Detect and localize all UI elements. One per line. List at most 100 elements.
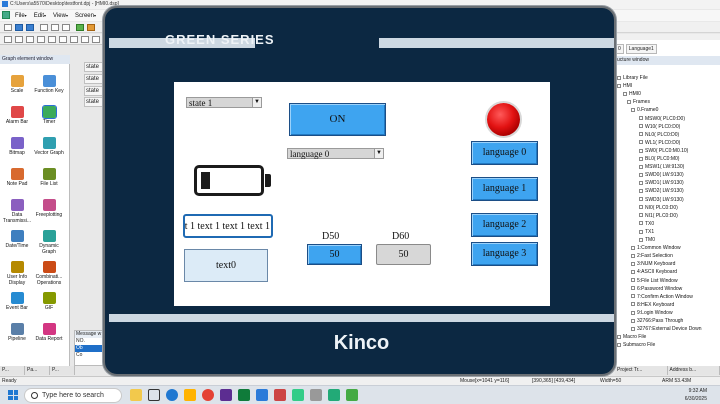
state-item[interactable]: state (84, 97, 104, 107)
language-combo[interactable]: language 0 ▼ (287, 148, 384, 159)
ungroup-icon[interactable] (81, 36, 89, 43)
open-file-icon[interactable] (15, 24, 23, 31)
graph-element-function-key[interactable]: Function Key (33, 75, 65, 94)
tree-item[interactable]: MSW1( LW:9130) (639, 163, 684, 171)
weather-icon[interactable] (130, 389, 142, 401)
tree-item[interactable]: Macro File (617, 333, 646, 341)
message-row[interactable]: Ob (75, 345, 103, 352)
text-display-field[interactable]: t 1 text 1 text 1 text 1 (183, 214, 273, 238)
tab-language[interactable]: Language1 (625, 44, 657, 54)
language-2-button[interactable]: language 2 (471, 213, 538, 237)
tree-item[interactable]: Submacro File (617, 341, 655, 349)
graph-element-scale[interactable]: Scale (1, 75, 33, 94)
graph-element-bitmap[interactable]: Bitmap (1, 137, 33, 156)
graph-element-note-pad[interactable]: Note Pad (1, 168, 33, 187)
tree-item[interactable]: 8:HEX Keyboard (631, 301, 674, 309)
edge-icon[interactable] (166, 389, 178, 401)
graph-element-alarm-bar[interactable]: Alarm Bar (1, 106, 33, 125)
tree-item[interactable]: 9:Login Window (631, 309, 673, 317)
d60-value-field[interactable]: 50 (376, 244, 431, 265)
tree-item[interactable]: 2:Fast Selection (631, 252, 673, 260)
tree-item[interactable]: 7:Confirm Action Window (631, 293, 693, 301)
tree-item[interactable]: Library File (617, 74, 648, 82)
tree-item[interactable]: SWD0( LW:9130) (639, 171, 684, 179)
align-right-icon[interactable] (26, 36, 34, 43)
tree-item[interactable]: HMI0 (623, 90, 641, 98)
new-file-icon[interactable] (4, 24, 12, 31)
tab-project-tree[interactable]: Project Tr... (615, 366, 668, 375)
tree-item[interactable]: 6:Password Window (631, 285, 682, 293)
cut-icon[interactable] (40, 24, 48, 31)
tree-item[interactable]: TM0 (639, 236, 655, 244)
align-bottom-icon[interactable] (48, 36, 56, 43)
d50-value-field[interactable]: 50 (307, 244, 362, 265)
on-button[interactable]: ON (289, 103, 386, 136)
copy-icon[interactable] (51, 24, 59, 31)
graph-element-combination[interactable]: Combinati... Operations (33, 261, 65, 286)
layer-icon[interactable] (92, 36, 100, 43)
graph-element-user-info[interactable]: User Info Display (1, 261, 33, 286)
excel-icon[interactable] (238, 389, 250, 401)
group-icon[interactable] (70, 36, 78, 43)
state-item[interactable]: state (84, 62, 104, 72)
file-explorer-icon[interactable] (184, 389, 196, 401)
graph-element-date-time[interactable]: Date/Time (1, 230, 33, 249)
system-clock[interactable]: 9:32 AM 6/30/2025 (673, 387, 707, 403)
language-1-button[interactable]: language 1 (471, 177, 538, 201)
left-tab-3[interactable]: P... (50, 366, 75, 375)
tree-item[interactable]: NI1( PLC0:D0) (639, 212, 678, 220)
tree-item[interactable]: WL1( PLC0:D0) (639, 139, 680, 147)
align-top-icon[interactable] (37, 36, 45, 43)
tree-item[interactable]: 1:Common Window (631, 244, 681, 252)
tree-item[interactable]: SWD3( LW:9130) (639, 196, 684, 204)
tree-item[interactable]: 32766:Pass Through (631, 317, 683, 325)
graph-element-timer[interactable]: Timer (33, 105, 65, 125)
tree-item[interactable]: TX1 (639, 228, 654, 236)
app-icon[interactable] (310, 389, 322, 401)
tree-item[interactable]: HMI (617, 82, 632, 90)
menu-view[interactable]: View▾ (51, 10, 70, 21)
compile-icon[interactable] (76, 24, 84, 31)
state-combo[interactable]: state 1 ▼ (186, 97, 262, 108)
store-icon[interactable] (220, 389, 232, 401)
tree-item[interactable]: 32767:External Device Down (631, 325, 701, 333)
graph-element-data-report[interactable]: Data Report (33, 323, 65, 342)
tree-item[interactable]: NL0( PLC0:D0) (639, 131, 679, 139)
hmi-app-icon[interactable] (256, 389, 268, 401)
graph-element-vector-graph[interactable]: Vector Graph (33, 137, 65, 156)
message-row[interactable]: Co (75, 352, 103, 359)
left-tab-1[interactable]: P... (0, 366, 25, 375)
chrome-icon[interactable] (202, 389, 214, 401)
simulate-icon[interactable] (87, 24, 95, 31)
paste-icon[interactable] (62, 24, 70, 31)
tree-item[interactable]: SWD1( LW:9130) (639, 179, 684, 187)
graph-element-data-transmission[interactable]: Data Transmissi... (1, 199, 33, 224)
menu-file[interactable]: File▾ (13, 10, 29, 21)
align-left-icon[interactable] (4, 36, 12, 43)
task-view-icon[interactable] (148, 389, 160, 401)
tree-item[interactable]: W10( PLC0:D0) (639, 123, 680, 131)
graph-element-dynamic-graph[interactable]: Dynamic Graph (33, 230, 65, 255)
tree-item[interactable]: TX0 (639, 220, 654, 228)
left-tab-2[interactable]: Pa... (25, 366, 50, 375)
graph-element-pipeline[interactable]: Pipeline (1, 323, 33, 342)
language-3-button[interactable]: language 3 (471, 242, 538, 266)
app-icon[interactable] (346, 389, 358, 401)
windows-start-icon[interactable] (8, 390, 18, 400)
graph-element-event-bar[interactable]: Event Bar (1, 292, 33, 311)
tree-item[interactable]: Frames (627, 98, 650, 106)
app-icon[interactable] (328, 389, 340, 401)
graph-element-file-list[interactable]: File List (33, 168, 65, 187)
menu-screen[interactable]: Screen▾ (73, 10, 98, 21)
align-center-icon[interactable] (15, 36, 23, 43)
state-item[interactable]: state (84, 86, 104, 96)
tree-item[interactable]: BL0( PLC0:M0) (639, 155, 679, 163)
tab-address-book[interactable]: Address b... (668, 366, 720, 375)
tree-item[interactable]: 5:File List Window (631, 277, 678, 285)
save-icon[interactable] (26, 24, 34, 31)
state-item[interactable]: state (84, 74, 104, 84)
tree-item[interactable]: SWD2( LW:9130) (639, 187, 684, 195)
app-icon[interactable] (292, 389, 304, 401)
tree-item[interactable]: 0.Frame0 (631, 106, 658, 114)
tree-item[interactable]: SW0( PLC0:M0.10) (639, 147, 688, 155)
